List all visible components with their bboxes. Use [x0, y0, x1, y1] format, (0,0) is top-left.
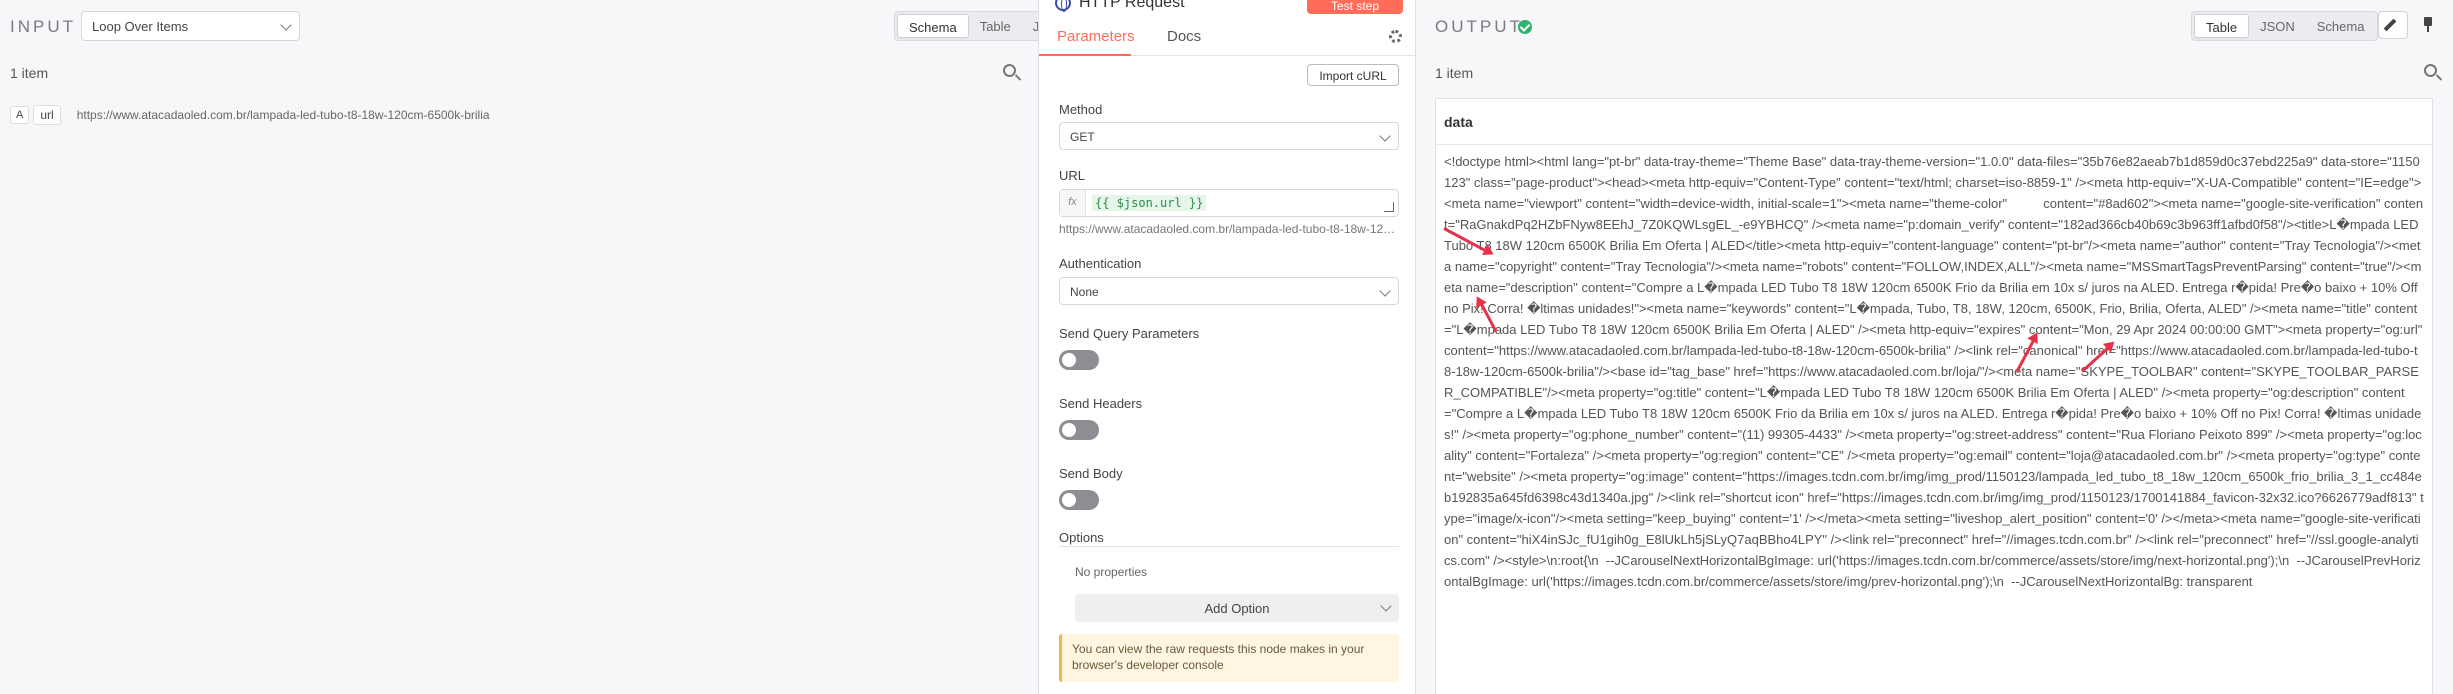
n8n-editor: INPUT Loop Over Items Schema Table JSON … — [0, 0, 2453, 694]
input-items-count: 1 item — [10, 65, 49, 81]
search-icon[interactable] — [2424, 64, 2437, 77]
pin-data-button[interactable] — [2414, 11, 2444, 39]
table-cell-data[interactable]: <!doctype html><html lang="pt-br" data-t… — [1436, 145, 2432, 598]
url-expression: {{ $json.url }} — [1092, 195, 1207, 211]
node-title: HTTP Request — [1055, 0, 1185, 12]
node-parameters-panel: HTTP Request Test step Parameters Docs I… — [1038, 0, 1417, 694]
test-step-button[interactable]: Test step — [1307, 0, 1403, 14]
options-divider — [1059, 546, 1399, 547]
url-expression-input[interactable]: fx {{ $json.url }} — [1059, 189, 1399, 217]
column-header-data: data — [1436, 99, 2432, 145]
output-label: OUTPUT — [1435, 17, 1523, 36]
output-view-toggle: Table JSON Schema — [2191, 11, 2379, 41]
options-label: Options — [1059, 530, 1104, 545]
output-tab-table[interactable]: Table — [2194, 14, 2250, 38]
chevron-down-icon — [1379, 285, 1391, 297]
method-label: Method — [1059, 102, 1103, 117]
input-node-select[interactable]: Loop Over Items — [81, 11, 300, 41]
output-tab-json[interactable]: JSON — [2249, 14, 2306, 38]
schema-field-name[interactable]: url — [33, 105, 61, 125]
node-tabs: Parameters Docs — [1039, 22, 1417, 56]
schema-field-value: https://www.atacadaoled.com.br/lampada-l… — [76, 108, 490, 122]
no-properties-text: No properties — [1075, 565, 1148, 579]
output-table: data <!doctype html><html lang="pt-br" d… — [1435, 98, 2433, 694]
output-items-count: 1 item — [1435, 65, 1474, 81]
add-option-label: Add Option — [1204, 601, 1270, 616]
output-tab-schema[interactable]: Schema — [2306, 14, 2376, 38]
url-label: URL — [1059, 168, 1086, 183]
gear-icon[interactable] — [1389, 30, 1402, 43]
method-value: GET — [1070, 130, 1095, 144]
schema-row: A url https://www.atacadaoled.com.br/lam… — [10, 105, 490, 125]
chevron-down-icon — [280, 19, 292, 31]
input-header: INPUT Loop Over Items Schema Table JSON — [0, 0, 1082, 52]
authentication-select[interactable]: None — [1059, 277, 1399, 305]
chevron-down-icon — [1379, 130, 1391, 142]
check-circle-icon — [1518, 20, 1532, 34]
input-tab-table[interactable]: Table — [969, 14, 1022, 38]
fx-icon: fx — [1060, 190, 1086, 216]
input-tab-schema[interactable]: Schema — [897, 14, 969, 38]
pencil-icon — [2383, 18, 2397, 32]
input-panel: INPUT Loop Over Items Schema Table JSON … — [0, 0, 1082, 694]
active-tab-indicator — [1039, 54, 1131, 56]
chevron-down-icon — [1380, 600, 1392, 612]
import-curl-button[interactable]: Import cURL — [1307, 64, 1399, 86]
string-type-icon: A — [10, 106, 30, 124]
globe-icon — [1055, 0, 1071, 12]
authentication-value: None — [1070, 285, 1099, 299]
pin-icon — [2424, 17, 2432, 32]
method-select[interactable]: GET — [1059, 122, 1399, 150]
tab-parameters[interactable]: Parameters — [1057, 28, 1135, 45]
add-option-button[interactable]: Add Option — [1075, 594, 1399, 622]
send-body-toggle[interactable] — [1059, 490, 1099, 510]
input-label: INPUT — [10, 17, 76, 36]
developer-console-notice: You can view the raw requests this node … — [1059, 634, 1399, 682]
input-node-select-value: Loop Over Items — [92, 19, 189, 34]
expand-icon[interactable] — [1384, 202, 1394, 212]
tab-docs[interactable]: Docs — [1167, 28, 1201, 45]
send-query-toggle[interactable] — [1059, 350, 1099, 370]
send-query-label: Send Query Parameters — [1059, 326, 1200, 341]
send-headers-label: Send Headers — [1059, 396, 1143, 411]
authentication-label: Authentication — [1059, 256, 1142, 271]
send-body-label: Send Body — [1059, 466, 1123, 481]
edit-output-button[interactable] — [2378, 11, 2408, 39]
node-title-text: HTTP Request — [1079, 0, 1185, 11]
url-resolved-preview: https://www.atacadaoled.com.br/lampada-l… — [1059, 222, 1399, 236]
search-icon[interactable] — [1003, 64, 1016, 77]
send-headers-toggle[interactable] — [1059, 420, 1099, 440]
